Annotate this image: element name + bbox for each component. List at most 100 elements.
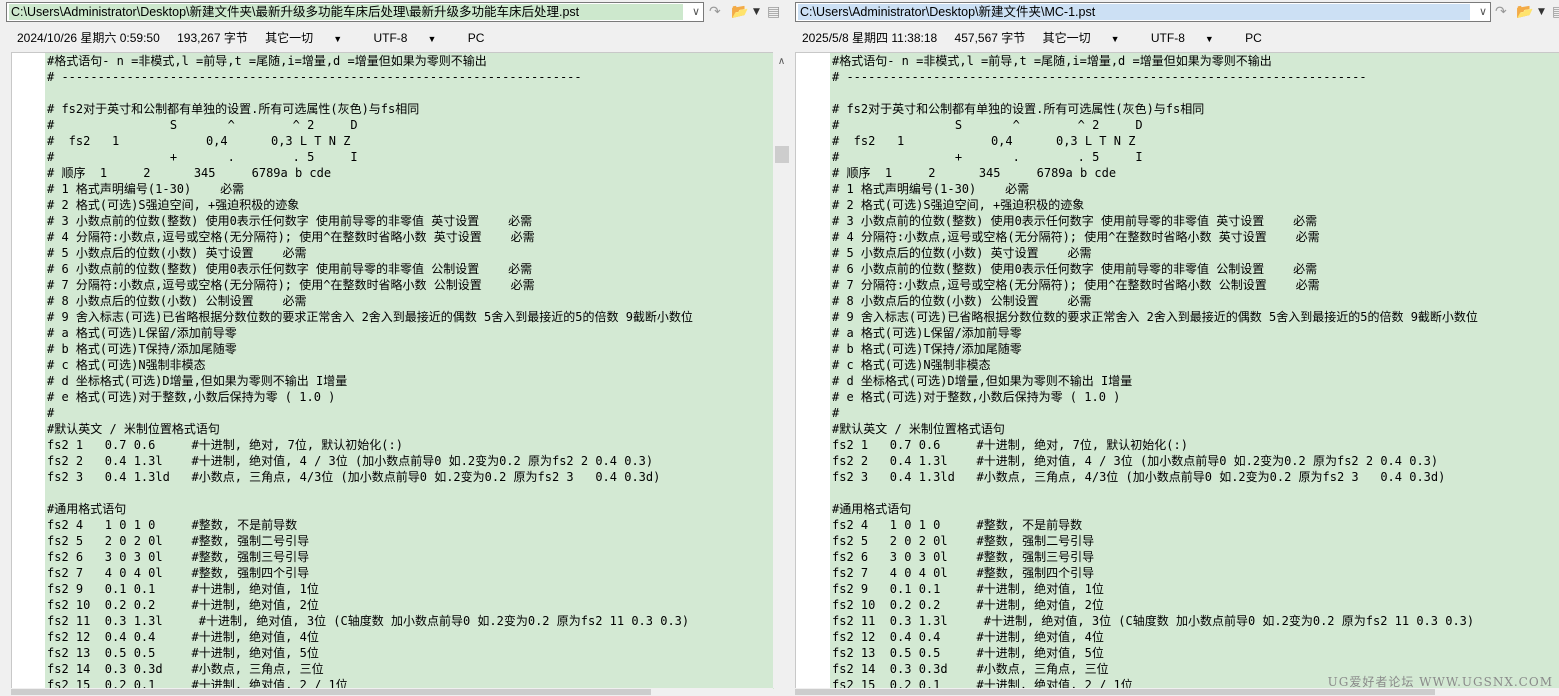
right-encoding-dropdown[interactable]: UTF-8 ▼ <box>1151 31 1228 45</box>
text-line[interactable]: fs2 1 0.7 0.6 #十进制, 绝对, 7位, 默认初始化(:) <box>45 437 774 453</box>
text-line[interactable]: fs2 2 0.4 1.3l #十进制, 绝对值, 4 / 3位 (加小数点前导… <box>45 453 774 469</box>
text-line[interactable]: # 6 小数点前的位数(整数) 使用0表示任何数字 使用前导零的非零值 公制设置… <box>830 261 1559 277</box>
text-line[interactable]: fs2 1 0.7 0.6 #十进制, 绝对, 7位, 默认初始化(:) <box>830 437 1559 453</box>
text-line[interactable]: # 7 分隔符:小数点,逗号或空格(无分隔符); 使用^在整数时省略小数 公制设… <box>45 277 774 293</box>
text-line[interactable] <box>830 85 1559 101</box>
text-line[interactable]: # 2 格式(可选)S强迫空间, +强迫积极的迹象 <box>45 197 774 213</box>
text-line[interactable]: # d 坐标格式(可选)D增量,但如果为零则不输出 I增量 <box>45 373 774 389</box>
text-line[interactable]: #默认英文 / 米制位置格式语句 <box>45 421 774 437</box>
text-line[interactable]: # b 格式(可选)T保持/添加尾随零 <box>45 341 774 357</box>
right-line-ending[interactable]: PC <box>1245 31 1262 45</box>
text-line[interactable]: # 5 小数点后的位数(小数) 英寸设置 必需 <box>45 245 774 261</box>
text-line[interactable]: # e 格式(可选)对于整数,小数后保持为零 ( 1.0 ) <box>830 389 1559 405</box>
text-line[interactable]: # 顺序 1 2 345 6789a b cde <box>45 165 774 181</box>
text-line[interactable]: # 7 分隔符:小数点,逗号或空格(无分隔符); 使用^在整数时省略小数 公制设… <box>830 277 1559 293</box>
folder-open-icon[interactable]: 📂 <box>731 3 748 21</box>
text-line[interactable]: fs2 5 2 0 2 0l #整数, 强制二号引导 <box>45 533 774 549</box>
right-text-editor[interactable]: #格式语句- n =非模式,l =前导,t =尾随,i=增量,d =增量但如果为… <box>795 52 1559 689</box>
text-line[interactable]: # e 格式(可选)对于整数,小数后保持为零 ( 1.0 ) <box>45 389 774 405</box>
text-line[interactable]: # 8 小数点后的位数(小数) 公制设置 必需 <box>45 293 774 309</box>
text-line[interactable]: # fs2对于英寸和公制都有单独的设置.所有可选属性(灰色)与fs相同 <box>830 101 1559 117</box>
text-line[interactable]: # 1 格式声明编号(1-30) 必需 <box>830 181 1559 197</box>
text-line[interactable]: # 9 舍入标志(可选)已省略根据分数位数的要求正常舍入 2舍入到最接近的偶数 … <box>45 309 774 325</box>
save-icon[interactable]: ▤ <box>1552 3 1559 21</box>
text-line[interactable]: fs2 9 0.1 0.1 #十进制, 绝对值, 1位 <box>45 581 774 597</box>
text-line[interactable]: # --------------------------------------… <box>830 69 1559 85</box>
text-line[interactable]: fs2 6 3 0 3 0l #整数, 强制三号引导 <box>45 549 774 565</box>
folder-dropdown-icon[interactable]: ▼ <box>1538 3 1545 21</box>
text-line[interactable]: fs2 13 0.5 0.5 #十进制, 绝对值, 5位 <box>830 645 1559 661</box>
left-horizontal-scrollbar[interactable] <box>11 688 773 696</box>
text-line[interactable]: # 2 格式(可选)S强迫空间, +强迫积极的迹象 <box>830 197 1559 213</box>
text-line[interactable]: # 6 小数点前的位数(整数) 使用0表示任何数字 使用前导零的非零值 公制设置… <box>45 261 774 277</box>
text-line[interactable]: #通用格式语句 <box>830 501 1559 517</box>
text-line[interactable]: fs2 4 1 0 1 0 #整数, 不是前导数 <box>830 517 1559 533</box>
text-line[interactable]: fs2 5 2 0 2 0l #整数, 强制二号引导 <box>830 533 1559 549</box>
text-line[interactable]: fs2 7 4 0 4 0l #整数, 强制四个引导 <box>830 565 1559 581</box>
folder-open-icon[interactable]: 📂 <box>1516 3 1533 21</box>
text-line[interactable]: # S ^ ^ 2 D <box>830 117 1559 133</box>
text-line[interactable]: # d 坐标格式(可选)D增量,但如果为零则不输出 I增量 <box>830 373 1559 389</box>
text-line[interactable]: # fs2对于英寸和公制都有单独的设置.所有可选属性(灰色)与fs相同 <box>45 101 774 117</box>
text-line[interactable]: fs2 3 0.4 1.3ld #小数点, 三角点, 4/3位 (加小数点前导0… <box>45 469 774 485</box>
text-line[interactable]: # b 格式(可选)T保持/添加尾随零 <box>830 341 1559 357</box>
text-line[interactable]: # <box>45 405 774 421</box>
text-line[interactable]: # c 格式(可选)N强制非模态 <box>830 357 1559 373</box>
left-text-content[interactable]: #格式语句- n =非模式,l =前导,t =尾随,i=增量,d =增量但如果为… <box>45 53 774 689</box>
text-line[interactable]: #格式语句- n =非模式,l =前导,t =尾随,i=增量,d =增量但如果为… <box>45 53 774 69</box>
text-line[interactable]: # 8 小数点后的位数(小数) 公制设置 必需 <box>830 293 1559 309</box>
right-path-combobox[interactable]: C:\Users\Administrator\Desktop\新建文件夹\MC-… <box>795 2 1491 22</box>
text-line[interactable]: # 3 小数点前的位数(整数) 使用0表示任何数字 使用前导零的非零值 英寸设置… <box>830 213 1559 229</box>
text-line[interactable]: fs2 10 0.2 0.2 #十进制, 绝对值, 2位 <box>45 597 774 613</box>
text-line[interactable]: # c 格式(可选)N强制非模态 <box>45 357 774 373</box>
text-line[interactable]: # 4 分隔符:小数点,逗号或空格(无分隔符); 使用^在整数时省略小数 英寸设… <box>45 229 774 245</box>
arrow-next-icon[interactable]: ↷ <box>709 3 721 21</box>
text-line[interactable]: # 5 小数点后的位数(小数) 英寸设置 必需 <box>830 245 1559 261</box>
text-line[interactable]: # fs2 1 0,4 0,3 L T N Z <box>45 133 774 149</box>
text-line[interactable]: fs2 12 0.4 0.4 #十进制, 绝对值, 4位 <box>45 629 774 645</box>
left-hscroll-thumb[interactable] <box>11 689 651 695</box>
text-line[interactable] <box>45 485 774 501</box>
text-line[interactable]: # a 格式(可选)L保留/添加前导零 <box>830 325 1559 341</box>
text-line[interactable]: fs2 10 0.2 0.2 #十进制, 绝对值, 2位 <box>830 597 1559 613</box>
text-line[interactable] <box>45 85 774 101</box>
text-line[interactable]: fs2 3 0.4 1.3ld #小数点, 三角点, 4/3位 (加小数点前导0… <box>830 469 1559 485</box>
right-path-input[interactable]: C:\Users\Administrator\Desktop\新建文件夹\MC-… <box>798 4 1470 20</box>
text-line[interactable]: # --------------------------------------… <box>45 69 774 85</box>
text-line[interactable]: fs2 14 0.3 0.3d #小数点, 三角点, 三位 <box>45 661 774 677</box>
left-path-input[interactable]: C:\Users\Administrator\Desktop\新建文件夹\最新升… <box>9 4 683 20</box>
chevron-down-icon[interactable]: ∨ <box>692 4 700 20</box>
text-line[interactable]: fs2 11 0.3 1.3l #十进制, 绝对值, 3位 (C轴度数 加小数点… <box>45 613 774 629</box>
text-line[interactable]: # S ^ ^ 2 D <box>45 117 774 133</box>
text-line[interactable]: fs2 11 0.3 1.3l #十进制, 绝对值, 3位 (C轴度数 加小数点… <box>830 613 1559 629</box>
save-icon[interactable]: ▤ <box>767 3 780 21</box>
text-line[interactable]: # 1 格式声明编号(1-30) 必需 <box>45 181 774 197</box>
text-line[interactable]: # 顺序 1 2 345 6789a b cde <box>830 165 1559 181</box>
chevron-down-icon[interactable]: ∨ <box>1479 4 1487 20</box>
text-line[interactable]: fs2 9 0.1 0.1 #十进制, 绝对值, 1位 <box>830 581 1559 597</box>
left-encoding-dropdown[interactable]: UTF-8 ▼ <box>373 31 450 45</box>
text-line[interactable]: # a 格式(可选)L保留/添加前导零 <box>45 325 774 341</box>
left-line-ending[interactable]: PC <box>468 31 485 45</box>
text-line[interactable]: # 4 分隔符:小数点,逗号或空格(无分隔符); 使用^在整数时省略小数 英寸设… <box>830 229 1559 245</box>
text-line[interactable]: # + . . 5 I <box>830 149 1559 165</box>
right-text-content[interactable]: #格式语句- n =非模式,l =前导,t =尾随,i=增量,d =增量但如果为… <box>830 53 1559 689</box>
text-line[interactable]: # + . . 5 I <box>45 149 774 165</box>
right-filter-dropdown[interactable]: 其它一切 ▼ <box>1043 31 1134 45</box>
text-line[interactable]: # 3 小数点前的位数(整数) 使用0表示任何数字 使用前导零的非零值 英寸设置… <box>45 213 774 229</box>
arrow-next-icon[interactable]: ↷ <box>1495 3 1507 21</box>
text-line[interactable]: # fs2 1 0,4 0,3 L T N Z <box>830 133 1559 149</box>
text-line[interactable]: #格式语句- n =非模式,l =前导,t =尾随,i=增量,d =增量但如果为… <box>830 53 1559 69</box>
text-line[interactable]: fs2 13 0.5 0.5 #十进制, 绝对值, 5位 <box>45 645 774 661</box>
text-line[interactable]: fs2 4 1 0 1 0 #整数, 不是前导数 <box>45 517 774 533</box>
folder-dropdown-icon[interactable]: ▼ <box>753 3 760 21</box>
left-text-editor[interactable]: #格式语句- n =非模式,l =前导,t =尾随,i=增量,d =增量但如果为… <box>11 52 774 689</box>
text-line[interactable]: # <box>830 405 1559 421</box>
left-path-combobox[interactable]: C:\Users\Administrator\Desktop\新建文件夹\最新升… <box>6 2 704 22</box>
text-line[interactable]: #通用格式语句 <box>45 501 774 517</box>
text-line[interactable]: fs2 12 0.4 0.4 #十进制, 绝对值, 4位 <box>830 629 1559 645</box>
text-line[interactable]: fs2 2 0.4 1.3l #十进制, 绝对值, 4 / 3位 (加小数点前导… <box>830 453 1559 469</box>
left-vertical-scrollbar[interactable]: ∧ <box>773 52 790 688</box>
text-line[interactable]: #默认英文 / 米制位置格式语句 <box>830 421 1559 437</box>
text-line[interactable]: fs2 7 4 0 4 0l #整数, 强制四个引导 <box>45 565 774 581</box>
